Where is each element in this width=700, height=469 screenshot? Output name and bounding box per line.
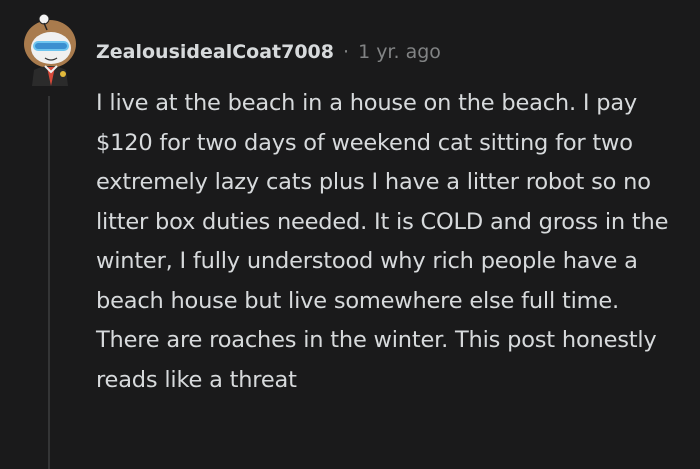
comment-body: I live at the beach in a house on the be… (96, 90, 669, 393)
snoo-avatar-icon (24, 13, 76, 86)
avatar[interactable] (20, 13, 80, 86)
timestamp[interactable]: 1 yr. ago (358, 41, 441, 63)
meta-separator: · (343, 41, 350, 63)
comment-meta: ZealousidealCoat7008 · 1 yr. ago (96, 36, 441, 68)
comment-card: ZealousidealCoat7008 · 1 yr. ago I live … (0, 0, 700, 469)
username-link[interactable]: ZealousidealCoat7008 (96, 41, 334, 63)
thread-line[interactable] (48, 96, 50, 469)
